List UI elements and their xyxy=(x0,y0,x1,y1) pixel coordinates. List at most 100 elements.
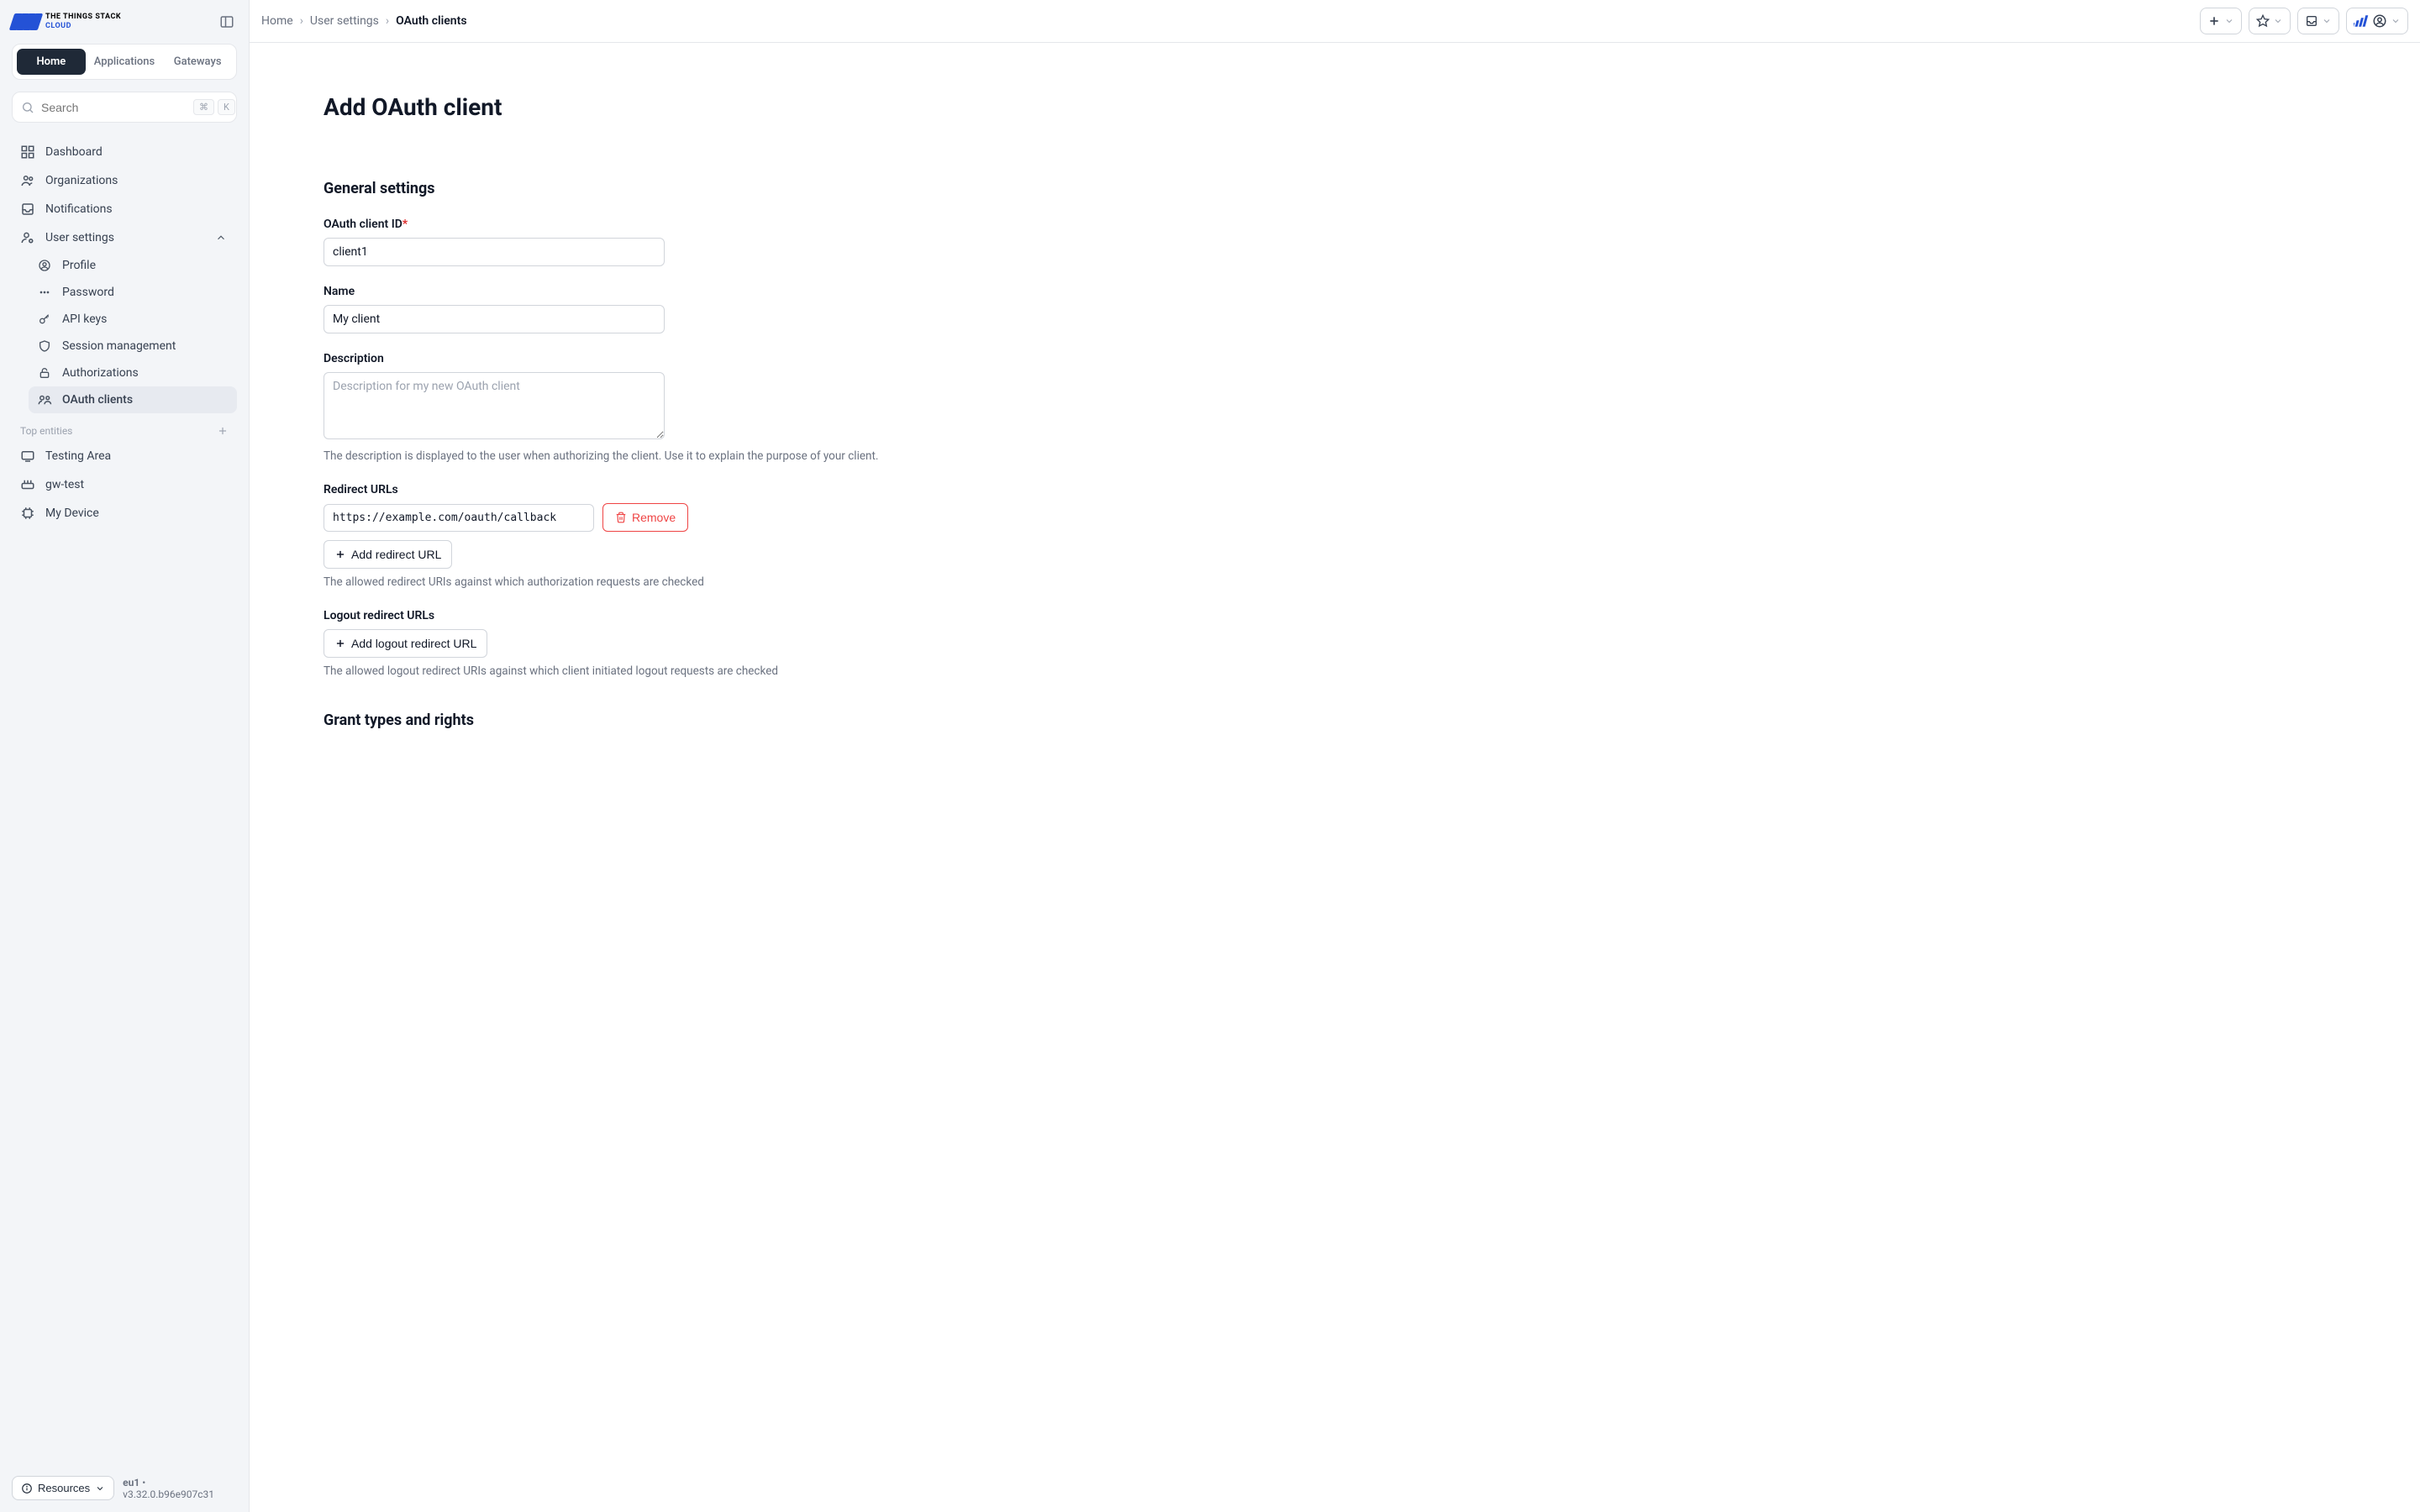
sidebar-item-label: Notifications xyxy=(45,202,113,216)
top-entities-header: Top entities xyxy=(12,413,237,442)
subnav-label: API keys xyxy=(62,312,107,326)
search-box[interactable]: ⌘ K xyxy=(12,92,237,123)
description-input[interactable] xyxy=(324,372,665,439)
chevron-up-icon xyxy=(213,230,229,245)
breadcrumb-user-settings[interactable]: User settings xyxy=(310,14,379,28)
name-input[interactable] xyxy=(324,305,665,333)
password-icon xyxy=(37,285,52,300)
chevron-right-icon: › xyxy=(386,14,389,28)
subnav-api-keys[interactable]: API keys xyxy=(29,306,237,333)
sidebar-item-label: User settings xyxy=(45,231,114,244)
top-entities-list: Testing Area gw-test My Device xyxy=(12,442,237,528)
content: Add OAuth client General settings OAuth … xyxy=(250,43,2420,1512)
oauth-icon xyxy=(37,392,52,407)
client-id-input[interactable] xyxy=(324,238,665,266)
chevron-right-icon: › xyxy=(300,14,303,28)
logo-text-top: THE THINGS STACK xyxy=(45,13,121,21)
logo-icon xyxy=(12,13,39,30)
subnav-session-management[interactable]: Session management xyxy=(29,333,237,360)
sidebar-item-dashboard[interactable]: Dashboard xyxy=(12,138,237,166)
profile-icon xyxy=(37,258,52,273)
user-settings-icon xyxy=(20,230,35,245)
subnav-password[interactable]: Password xyxy=(29,279,237,306)
redirect-label: Redirect URLs xyxy=(324,483,1080,496)
add-logout-redirect-button[interactable]: Add logout redirect URL xyxy=(324,629,487,658)
page-title: Add OAuth client xyxy=(324,93,1080,121)
field-client-id: OAuth client ID* xyxy=(324,218,665,266)
main: Home › User settings › OAuth clients xyxy=(250,0,2420,1512)
sidebar-item-label: Dashboard xyxy=(45,145,103,159)
breadcrumb: Home › User settings › OAuth clients xyxy=(261,14,467,28)
chevron-down-icon xyxy=(2273,16,2283,26)
add-redirect-button[interactable]: Add redirect URL xyxy=(324,540,452,569)
search-input[interactable] xyxy=(41,101,193,114)
tab-home[interactable]: Home xyxy=(17,49,86,75)
description-help: The description is displayed to the user… xyxy=(324,449,912,463)
entity-label: Testing Area xyxy=(45,449,111,463)
account-button[interactable] xyxy=(2346,8,2408,34)
star-button[interactable] xyxy=(2249,8,2291,34)
plus-icon xyxy=(334,549,346,560)
sidebar-item-notifications[interactable]: Notifications xyxy=(12,195,237,223)
redirect-help: The allowed redirect URIs against which … xyxy=(324,575,912,589)
sidebar: THE THINGS STACK CLOUD Home Applications… xyxy=(0,0,250,1512)
gateway-icon xyxy=(20,477,35,492)
brand-icon xyxy=(2354,15,2369,27)
plus-icon xyxy=(334,638,346,649)
inbox-button[interactable] xyxy=(2297,8,2339,34)
user-icon xyxy=(2372,13,2387,29)
sidebar-footer: Resources eu1 • v3.32.0.b96e907c31 xyxy=(12,1476,237,1500)
subnav-authorizations[interactable]: Authorizations xyxy=(29,360,237,386)
organizations-icon xyxy=(20,173,35,188)
logo[interactable]: THE THINGS STACK CLOUD xyxy=(12,13,121,30)
sidebar-item-user-settings[interactable]: User settings xyxy=(12,223,237,252)
field-redirect-urls: Redirect URLs Remove Add redirect URL Th… xyxy=(324,483,1080,589)
client-id-label: OAuth client ID* xyxy=(324,218,665,231)
subnav-profile[interactable]: Profile xyxy=(29,252,237,279)
collapse-sidebar-button[interactable] xyxy=(217,12,237,32)
entity-label: gw-test xyxy=(45,478,84,491)
sidebar-item-label: Organizations xyxy=(45,174,118,187)
description-label: Description xyxy=(324,352,1080,365)
logout-label: Logout redirect URLs xyxy=(324,609,1080,622)
topbar: Home › User settings › OAuth clients xyxy=(250,0,2420,43)
primary-nav: Dashboard Organizations Notifications Us… xyxy=(12,138,237,252)
redirect-url-input[interactable] xyxy=(324,504,594,532)
resources-button[interactable]: Resources xyxy=(12,1476,114,1500)
shield-icon xyxy=(37,339,52,354)
entity-testing-area[interactable]: Testing Area xyxy=(12,442,237,470)
topbar-actions xyxy=(2200,8,2408,34)
add-button[interactable] xyxy=(2200,8,2242,34)
subnav-label: OAuth clients xyxy=(62,393,133,407)
plus-icon[interactable] xyxy=(217,425,229,437)
inbox-icon xyxy=(2305,14,2318,28)
inbox-icon xyxy=(20,202,35,217)
star-icon xyxy=(2256,14,2270,28)
chevron-down-icon xyxy=(2224,16,2234,26)
trash-icon xyxy=(615,512,627,523)
chevron-down-icon xyxy=(2322,16,2332,26)
remove-redirect-button[interactable]: Remove xyxy=(602,503,688,532)
subnav-oauth-clients[interactable]: OAuth clients xyxy=(29,386,237,413)
application-icon xyxy=(20,449,35,464)
section-general-settings: General settings xyxy=(324,180,1080,197)
breadcrumb-home[interactable]: Home xyxy=(261,14,293,28)
redirect-url-row: Remove xyxy=(324,503,1080,532)
logo-text-bottom: CLOUD xyxy=(45,23,121,30)
sidebar-item-organizations[interactable]: Organizations xyxy=(12,166,237,195)
search-shortcut: ⌘ K xyxy=(193,99,235,115)
logout-help: The allowed logout redirect URIs against… xyxy=(324,664,912,678)
name-label: Name xyxy=(324,285,665,298)
user-settings-subnav: Profile Password API keys Session manage… xyxy=(12,252,237,413)
device-icon xyxy=(20,506,35,521)
tab-applications[interactable]: Applications xyxy=(86,49,164,75)
entity-gw-test[interactable]: gw-test xyxy=(12,470,237,499)
chevron-down-icon xyxy=(2391,16,2401,26)
sidebar-header: THE THINGS STACK CLOUD xyxy=(12,12,237,32)
key-icon xyxy=(37,312,52,327)
entity-my-device[interactable]: My Device xyxy=(12,499,237,528)
subnav-label: Profile xyxy=(62,259,96,272)
tab-gateways[interactable]: Gateways xyxy=(163,49,232,75)
breadcrumb-oauth-clients[interactable]: OAuth clients xyxy=(396,14,466,28)
field-name: Name xyxy=(324,285,665,333)
